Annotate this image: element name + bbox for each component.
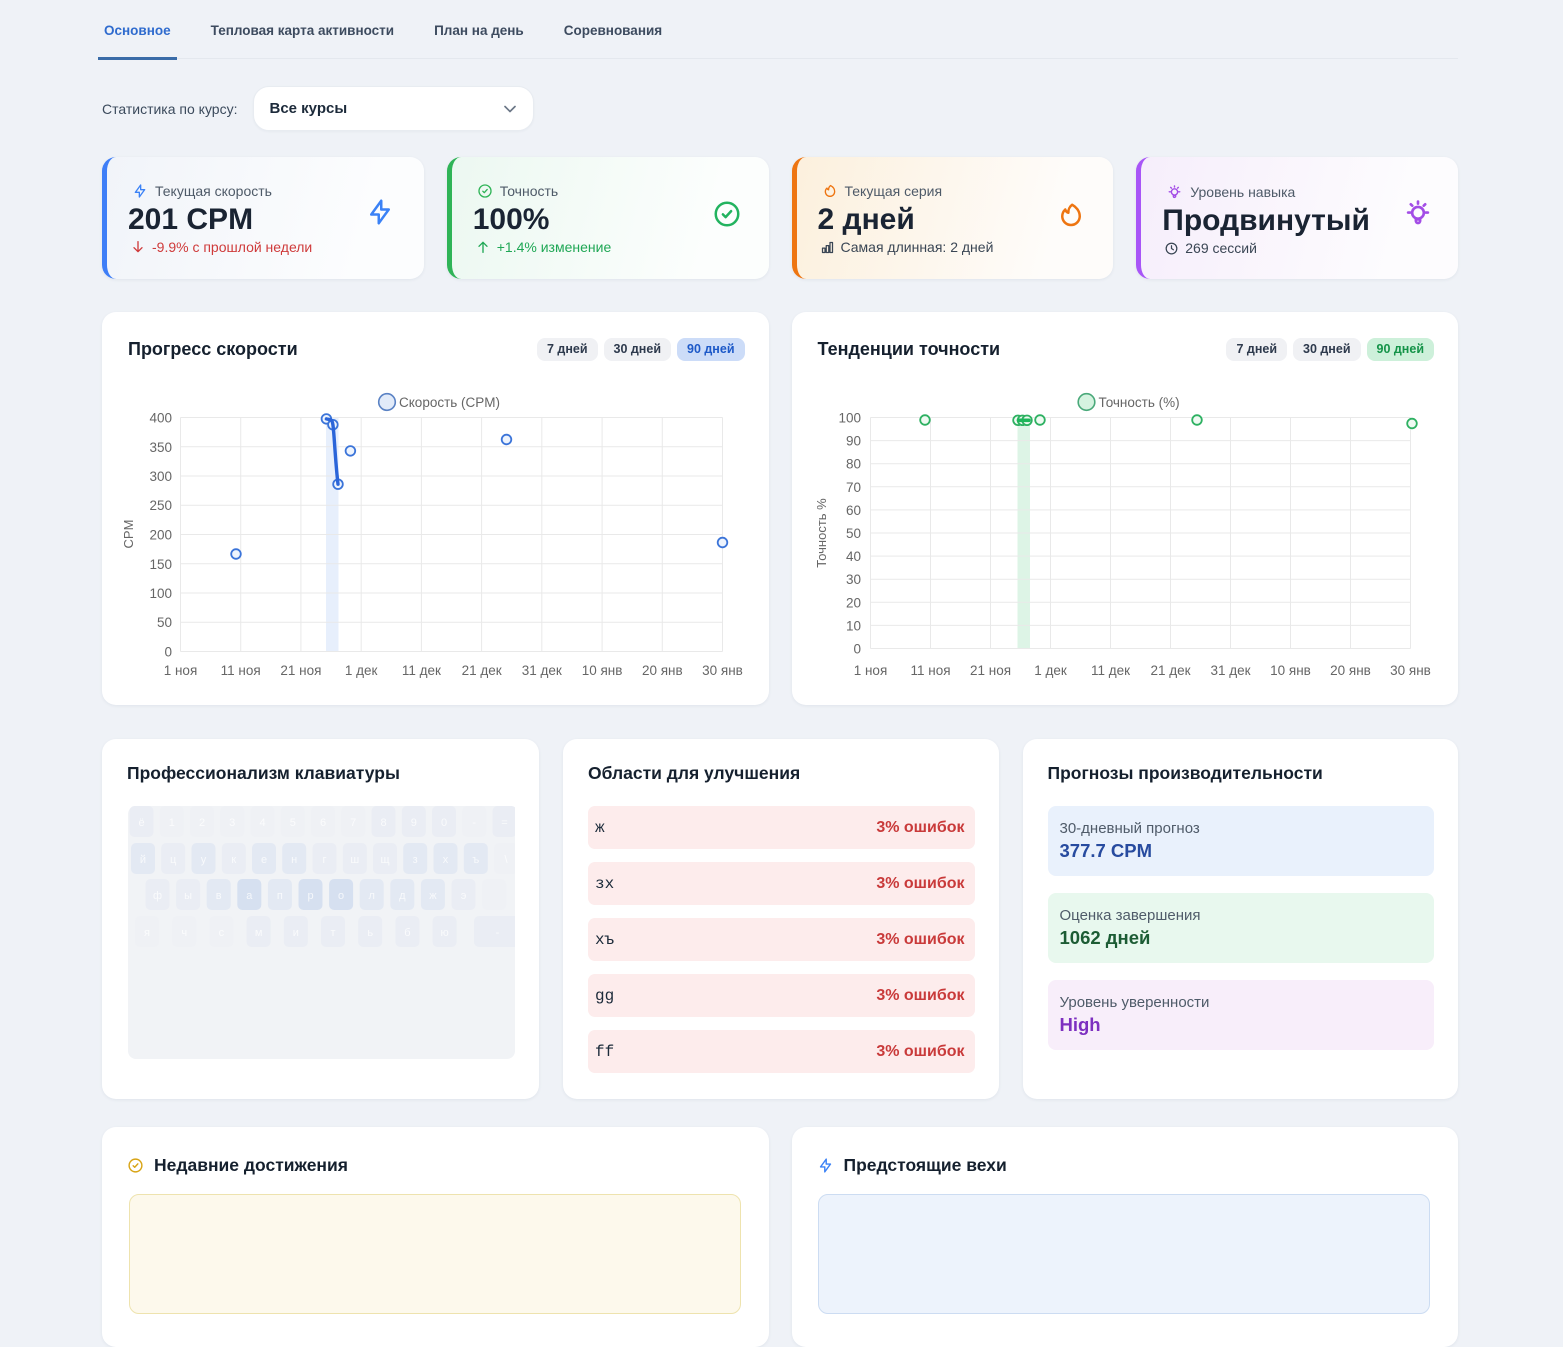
svg-text:э: э bbox=[461, 890, 467, 902]
svg-text:я: я bbox=[144, 927, 150, 939]
svg-text:150: 150 bbox=[149, 557, 172, 572]
svg-text:1 ноя: 1 ноя bbox=[164, 663, 198, 678]
svg-text:5: 5 bbox=[290, 817, 296, 829]
svg-text:11 дек: 11 дек bbox=[1090, 663, 1129, 678]
svg-text:21 дек: 21 дек bbox=[1150, 663, 1190, 678]
svg-text:1 ноя: 1 ноя bbox=[853, 663, 887, 678]
svg-text:ч: ч bbox=[181, 927, 187, 939]
svg-text:11 ноя: 11 ноя bbox=[221, 663, 261, 678]
svg-text:10: 10 bbox=[845, 618, 860, 633]
svg-text:100: 100 bbox=[838, 411, 861, 426]
svg-text:е: е bbox=[261, 854, 267, 866]
svg-text:3: 3 bbox=[229, 817, 235, 829]
svg-text:9: 9 bbox=[411, 817, 417, 829]
svg-text:1: 1 bbox=[169, 817, 175, 829]
svg-text:60: 60 bbox=[845, 503, 860, 518]
svg-text:л: л bbox=[368, 890, 374, 902]
svg-text:й: й bbox=[140, 854, 146, 866]
svg-text:0: 0 bbox=[164, 645, 172, 660]
svg-text:=: = bbox=[501, 817, 507, 829]
svg-text:10 янв: 10 янв bbox=[582, 663, 623, 678]
svg-text:ь: ь bbox=[367, 927, 373, 939]
svg-text:7: 7 bbox=[350, 817, 356, 829]
svg-text:6: 6 bbox=[320, 817, 326, 829]
svg-text:у: у bbox=[201, 854, 207, 866]
svg-text:400: 400 bbox=[149, 411, 172, 426]
svg-text:-: - bbox=[496, 927, 500, 939]
svg-text:0: 0 bbox=[853, 642, 861, 657]
svg-text:21 ноя: 21 ноя bbox=[969, 663, 1010, 678]
svg-text:з: з bbox=[413, 854, 418, 866]
svg-text:CPM: CPM bbox=[121, 520, 136, 549]
svg-text:11 дек: 11 дек bbox=[402, 663, 441, 678]
svg-text:30: 30 bbox=[845, 572, 860, 587]
svg-text:20 янв: 20 янв bbox=[642, 663, 683, 678]
svg-text:8: 8 bbox=[380, 817, 386, 829]
svg-text:30 янв: 30 янв bbox=[1390, 663, 1431, 678]
svg-text:ъ: ъ bbox=[472, 854, 479, 866]
svg-text:80: 80 bbox=[845, 457, 860, 472]
svg-text:ю: ю bbox=[440, 927, 448, 939]
svg-text:д: д bbox=[399, 890, 406, 902]
svg-text:к: к bbox=[231, 854, 236, 866]
svg-text:200: 200 bbox=[149, 528, 172, 543]
svg-text:20 янв: 20 янв bbox=[1330, 663, 1371, 678]
svg-text:11 ноя: 11 ноя bbox=[910, 663, 950, 678]
svg-text:б: б bbox=[404, 927, 410, 939]
svg-text:щ: щ bbox=[380, 854, 389, 866]
svg-text:а: а bbox=[246, 890, 253, 902]
svg-text:Точность (%): Точность (%) bbox=[1098, 395, 1179, 410]
svg-text:р: р bbox=[307, 890, 313, 902]
svg-text:21 дек: 21 дек bbox=[462, 663, 502, 678]
svg-text:2: 2 bbox=[199, 817, 205, 829]
svg-text:о: о bbox=[338, 890, 344, 902]
svg-text:31 дек: 31 дек bbox=[522, 663, 562, 678]
svg-text:70: 70 bbox=[845, 480, 860, 495]
svg-text:и: и bbox=[293, 927, 299, 939]
svg-text:ё: ё bbox=[138, 817, 144, 829]
svg-text:30 янв: 30 янв bbox=[702, 663, 743, 678]
svg-text:ы: ы bbox=[184, 890, 192, 902]
svg-text:50: 50 bbox=[157, 615, 172, 630]
svg-text:1 дек: 1 дек bbox=[1034, 663, 1067, 678]
svg-text:ш: ш bbox=[350, 854, 359, 866]
svg-text:Скорость (CPM): Скорость (CPM) bbox=[399, 395, 500, 410]
svg-text:40: 40 bbox=[845, 549, 860, 564]
svg-text:п: п bbox=[277, 890, 283, 902]
svg-text:100: 100 bbox=[149, 586, 172, 601]
svg-text:с: с bbox=[219, 927, 225, 939]
svg-text:10 янв: 10 янв bbox=[1270, 663, 1311, 678]
svg-text:300: 300 bbox=[149, 469, 172, 484]
svg-text:21 ноя: 21 ноя bbox=[280, 663, 321, 678]
svg-text:ц: ц bbox=[170, 854, 177, 866]
svg-text:м: м bbox=[255, 927, 263, 939]
svg-text:4: 4 bbox=[259, 817, 265, 829]
svg-text:-: - bbox=[472, 817, 476, 829]
svg-text:н: н bbox=[291, 854, 297, 866]
svg-text:Точность %: Точность % bbox=[814, 498, 829, 568]
svg-text:20: 20 bbox=[845, 595, 860, 610]
svg-text:0: 0 bbox=[441, 817, 447, 829]
svg-text:90: 90 bbox=[845, 434, 860, 449]
svg-text:1 дек: 1 дек bbox=[345, 663, 378, 678]
svg-text:в: в bbox=[216, 890, 222, 902]
svg-text:50: 50 bbox=[845, 526, 860, 541]
svg-text:х: х bbox=[443, 854, 449, 866]
svg-text:г: г bbox=[322, 854, 326, 866]
svg-text:ф: ф bbox=[153, 890, 162, 902]
svg-text:250: 250 bbox=[149, 498, 172, 513]
svg-text:350: 350 bbox=[149, 440, 172, 455]
svg-text:т: т bbox=[330, 927, 335, 939]
svg-text:ж: ж bbox=[429, 890, 437, 902]
svg-text:31 дек: 31 дек bbox=[1210, 663, 1250, 678]
